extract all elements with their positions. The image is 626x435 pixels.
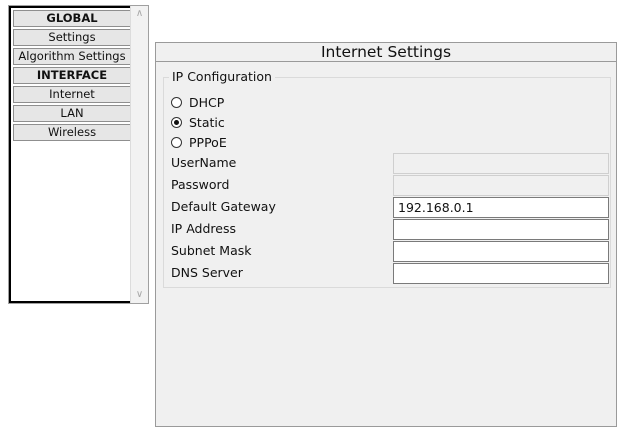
- panel-title: Internet Settings: [156, 43, 616, 62]
- radio-pppoe-label: PPPoE: [189, 134, 227, 150]
- scroll-down-arrow-icon[interactable]: ∨: [131, 288, 148, 302]
- internet-settings-panel: Internet Settings IP Configuration DHCP …: [155, 42, 617, 427]
- subnet-mask-input[interactable]: [393, 241, 609, 262]
- radio-static-button[interactable]: [171, 116, 182, 128]
- username-label: UserName: [171, 155, 237, 170]
- password-input: [393, 175, 609, 196]
- nav-panel: GLOBAL Settings Algorithm Settings INTER…: [8, 5, 149, 304]
- nav-header-interface: INTERFACE: [13, 67, 131, 84]
- radio-static-label: Static: [189, 114, 225, 130]
- password-label: Password: [171, 177, 230, 192]
- ip-address-label: IP Address: [171, 221, 236, 236]
- radio-dhcp-button[interactable]: [171, 96, 182, 108]
- nav-item-algorithm-settings[interactable]: Algorithm Settings: [13, 48, 131, 65]
- nav-item-lan[interactable]: LAN: [13, 105, 131, 122]
- dns-server-label: DNS Server: [171, 265, 243, 280]
- nav-header-global: GLOBAL: [13, 10, 131, 27]
- subnet-mask-label: Subnet Mask: [171, 243, 252, 258]
- username-input: [393, 153, 609, 174]
- radio-dhcp[interactable]: DHCP: [171, 94, 224, 110]
- nav-item-settings[interactable]: Settings: [13, 29, 131, 46]
- nav-item-wireless[interactable]: Wireless: [13, 124, 131, 141]
- radio-pppoe[interactable]: PPPoE: [171, 134, 227, 150]
- default-gateway-input[interactable]: [393, 197, 609, 218]
- nav-scrollbar[interactable]: ∧ ∨: [130, 6, 148, 303]
- ip-address-input[interactable]: [393, 219, 609, 240]
- radio-dhcp-label: DHCP: [189, 94, 225, 110]
- dns-server-input[interactable]: [393, 263, 609, 284]
- group-title: IP Configuration: [169, 69, 275, 85]
- ip-configuration-group: IP Configuration DHCP Static PPPoE UserN…: [163, 69, 611, 288]
- radio-static[interactable]: Static: [171, 114, 225, 130]
- default-gateway-label: Default Gateway: [171, 199, 276, 214]
- radio-pppoe-button[interactable]: [171, 136, 182, 148]
- nav-item-internet[interactable]: Internet: [13, 86, 131, 103]
- nav-list: GLOBAL Settings Algorithm Settings INTER…: [9, 6, 131, 303]
- scroll-up-arrow-icon[interactable]: ∧: [131, 7, 148, 21]
